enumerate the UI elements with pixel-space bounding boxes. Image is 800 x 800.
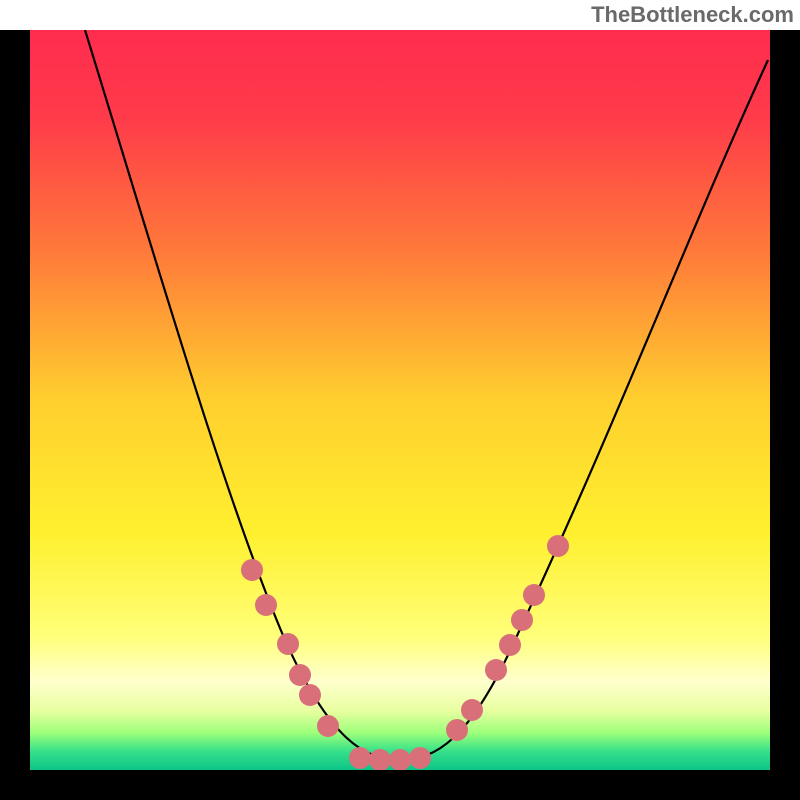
data-point [446, 719, 468, 741]
watermark-bar: TheBottleneck.com [0, 0, 800, 30]
data-point [547, 535, 569, 557]
gradient-background [30, 30, 770, 770]
data-point [499, 634, 521, 656]
data-point [389, 749, 411, 770]
data-point [369, 749, 391, 770]
outer-frame: TheBottleneck.com [0, 0, 800, 800]
data-point [277, 633, 299, 655]
data-point [485, 659, 507, 681]
data-point [289, 664, 311, 686]
data-point [511, 609, 533, 631]
data-point [523, 584, 545, 606]
data-point [299, 684, 321, 706]
data-point [409, 747, 431, 769]
data-point [349, 747, 371, 769]
data-point [255, 594, 277, 616]
data-point [317, 715, 339, 737]
watermark-text: TheBottleneck.com [591, 2, 794, 27]
plot-area [30, 30, 770, 770]
data-point [241, 559, 263, 581]
data-point [461, 699, 483, 721]
chart-svg [30, 30, 770, 770]
